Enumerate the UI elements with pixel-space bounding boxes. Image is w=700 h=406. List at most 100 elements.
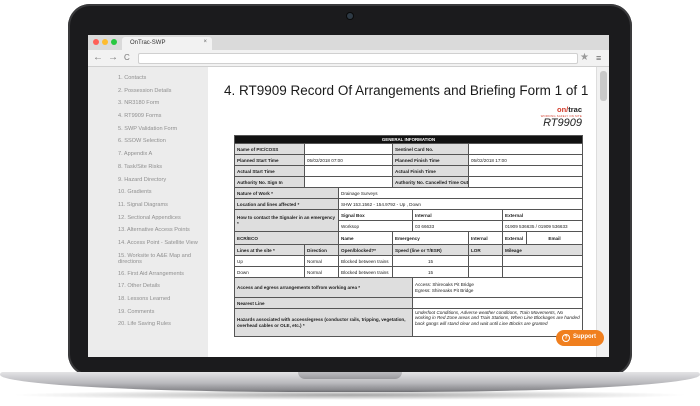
open-blocked-header: Open/blocked?* [338,244,393,256]
location-label: Location and lines affected * [234,198,339,210]
laptop-notch [298,372,402,379]
planned-finish-label: Planned Finish Time [392,154,469,166]
sidebar-item-worksite-map[interactable]: 15. Worksite to A&E Map and directions [88,253,208,266]
minimize-window-button[interactable] [102,39,108,45]
sidebar-item-first-aid-arrangements[interactable]: 16. First Aid Arrangements [88,271,208,278]
page-scrollbar[interactable] [596,67,609,357]
sidebar-item-rt9909-forms[interactable]: 4. RT9909 Forms [88,113,208,120]
sentinel-card-field[interactable] [467,143,584,155]
tab-title: OnTrac-SWP [130,40,166,46]
ecr-name-header: Name [338,231,393,245]
general-information-header: GENERAL INFORMATION [233,135,584,144]
sidebar-item-appendix-a[interactable]: 7. Appendix A [88,151,208,158]
bookmark-star-icon[interactable]: ★ [580,52,589,64]
lor-cell[interactable] [468,255,503,267]
browser-tab-bar: OnTrac-SWP × [88,35,609,50]
planned-finish-value[interactable]: 05/02/2018 17:00 [467,154,584,166]
support-button[interactable]: ? Support [556,330,604,346]
sidebar-item-possession-details[interactable]: 2. Possession Details [88,88,208,95]
internal-value[interactable]: 03 66633 [412,220,503,232]
sidebar-item-other-details[interactable]: 17. Other Details [88,283,208,290]
sidebar-item-life-saving-rules[interactable]: 20. Life Saving Rules [88,321,208,328]
ecr-eco-label: ECR/ECO [234,231,339,245]
hazards-label: Hazards associated with access/egress (c… [234,308,413,337]
tab-close-icon[interactable]: × [203,39,207,45]
browser-toolbar: ← → C ★ ≡ [88,50,609,67]
actual-start-field[interactable] [304,165,393,177]
authority-cancelled-label: Authority No. Cancelled Time Out [392,176,469,188]
actual-finish-field[interactable] [467,165,584,177]
reload-icon[interactable]: C [124,52,130,64]
access-egress-value[interactable]: Access: Shireoaks Pit Bridge Egress: Shi… [411,277,584,298]
nature-of-work-value[interactable]: Drainage Surveys [337,187,584,199]
mileage-header: Mileage [501,244,584,256]
speed-cell[interactable]: 15 [392,266,469,278]
line-cell: Down [234,266,305,278]
support-label: Support [573,334,596,340]
sidebar-item-comments[interactable]: 19. Comments [88,309,208,316]
forward-arrow-icon[interactable]: → [108,52,118,64]
sidebar-item-sectional-appendices[interactable]: 12. Sectional Appendices [88,215,208,222]
browser-tab[interactable]: OnTrac-SWP × [122,37,212,50]
logo-prefix: on/ [556,105,569,114]
sidebar-item-gradients[interactable]: 10. Gradients [88,189,208,196]
sidebar-navigation: 1. Contacts 2. Possession Details 3. NR3… [88,67,208,357]
authority-cancelled-field[interactable] [467,176,584,188]
direction-cell: Normal [304,266,339,278]
location-value[interactable]: SHW 153.1562 - 154.9792 - Up , Down [337,198,584,210]
speed-cell[interactable]: 15 [392,255,469,267]
nature-of-work-label: Nature of Work * [234,187,339,199]
sentinel-card-label: Sentinel Card No. [392,143,469,155]
signaller-contact-label: How to contact the Signaler in an emerge… [234,209,339,232]
ecr-external-header: External [502,231,527,245]
page-title: 4. RT9909 Record Of Arrangements and Bri… [224,83,589,98]
sidebar-item-hazard-directory[interactable]: 9. Hazard Directory [88,177,208,184]
actual-finish-label: Actual Finish Time [392,165,469,177]
browser-menu-icon[interactable]: ≡ [596,53,601,64]
close-window-button[interactable] [93,39,99,45]
rt9909-form-table: GENERAL INFORMATION Name of PIC/COSS Sen… [233,135,584,337]
authority-sign-in-field[interactable] [304,176,393,188]
mileage-cell[interactable] [501,255,584,267]
signal-box-value[interactable]: Worksop [338,220,413,232]
planned-start-label: Planned Start Time [234,154,305,166]
sidebar-item-swp-validation-form[interactable]: 5. SWP Validation Form [88,126,208,133]
actual-start-label: Actual Start Time [234,165,305,177]
ontrac-logo: on/trac WORKING SAFELY ON SITE RT9909 [541,105,582,129]
ecr-internal-header: Internal [468,231,503,245]
maximize-window-button[interactable] [111,39,117,45]
mileage-cell[interactable] [501,266,584,278]
webcam [347,13,353,19]
back-arrow-icon[interactable]: ← [93,52,103,64]
address-bar[interactable] [138,53,578,64]
authority-sign-in-label: Authority No. Sign In [234,176,305,188]
table-row: Up Normal Blocked between trains 15 [234,255,584,267]
table-row: Down Normal Blocked between trains 15 [234,266,584,278]
sidebar-item-ssow-selection[interactable]: 6. SSOW Selection [88,138,208,145]
external-value[interactable]: 01909 536635 / 01909 536633 [501,220,584,232]
sidebar-item-signal-diagrams[interactable]: 11. Signal Diagrams [88,202,208,209]
sidebar-item-contacts[interactable]: 1. Contacts [88,75,208,82]
sidebar-item-alternative-access-points[interactable]: 13. Alternative Access Points [88,227,208,234]
scrollbar-thumb[interactable] [600,71,607,101]
status-cell[interactable]: Blocked between trains [338,255,393,267]
sidebar-item-access-point-satellite-view[interactable]: 14. Access Point - Satellite View [88,240,208,247]
ecr-emergency-header: Emergency [392,231,469,245]
planned-start-value[interactable]: 05/02/2018 07:00 [304,154,393,166]
lor-cell[interactable] [468,266,503,278]
nearest-line-field[interactable] [411,297,584,309]
sidebar-item-lessons-learned[interactable]: 18. Lessons Learned [88,296,208,303]
status-cell[interactable]: Blocked between trains [338,266,393,278]
lor-header: LOR [468,244,503,256]
internal-header: Internal [412,209,503,221]
help-question-icon: ? [562,333,570,342]
name-pic-field[interactable] [304,143,393,155]
egress-value: Egress: Shireoaks Pit Bridge [415,287,474,293]
form-code: RT9909 [543,117,582,129]
laptop-shadow [10,390,690,400]
direction-header: Direction [304,244,339,256]
sidebar-item-nr3180-form[interactable]: 3. NR3180 Form [88,100,208,107]
access-egress-label: Access and egress arrangements to/from w… [234,277,413,298]
name-pic-label: Name of PIC/COSS [234,143,305,155]
sidebar-item-task-site-risks[interactable]: 8. Task/Site Risks [88,164,208,171]
